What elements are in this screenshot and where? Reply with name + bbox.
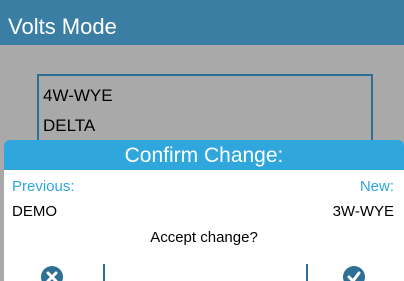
softkey-bar [4,264,404,281]
confirm-change-dialog: Confirm Change: Previous: New: DEMO 3W-W… [4,140,404,281]
page-title: Volts Mode [8,14,117,39]
list-item-delta[interactable]: DELTA [43,116,95,136]
dialog-title-bar: Confirm Change: [4,140,404,170]
header-bar: Volts Mode [0,0,404,45]
cancel-button[interactable] [41,266,63,281]
accept-button[interactable] [343,266,365,281]
volts-mode-screen: Volts Mode 4W-WYE DELTA Confirm Change: … [0,0,404,281]
new-value: 3W-WYE [332,203,394,220]
softkey-divider [103,264,105,281]
previous-value: DEMO [12,203,57,220]
dialog-title: Confirm Change: [124,144,284,167]
x-circle-icon [46,271,58,281]
softkey-divider [306,264,308,281]
list-item-4w-wye[interactable]: 4W-WYE [43,86,113,106]
accept-change-prompt: Accept change? [150,229,258,246]
check-circle-icon [347,271,361,281]
previous-label: Previous: [12,178,75,195]
new-label: New: [359,178,394,195]
dialog-body: Previous: New: DEMO 3W-WYE Accept change… [4,170,404,264]
